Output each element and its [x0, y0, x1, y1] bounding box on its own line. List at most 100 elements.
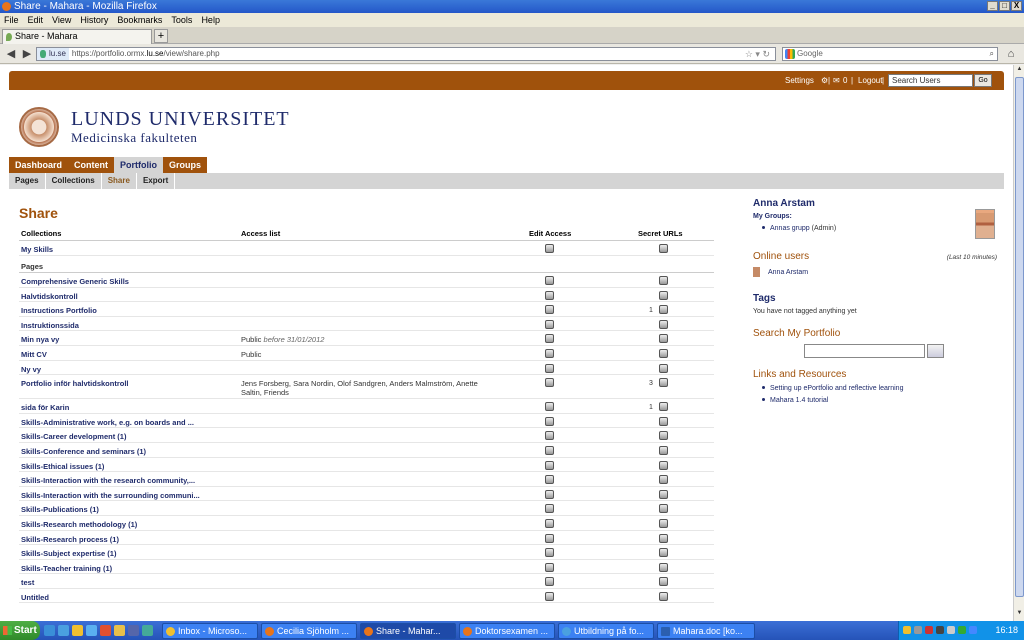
quicklaunch-app-icon[interactable] [114, 625, 125, 636]
secret-urls-icon[interactable] [659, 378, 668, 388]
edit-access-icon[interactable] [545, 402, 554, 412]
edit-access-icon[interactable] [545, 577, 554, 587]
portfolio-search-input[interactable] [804, 344, 925, 358]
quicklaunch-word-icon[interactable] [86, 625, 97, 636]
site-identity-badge[interactable]: lu.se [37, 48, 69, 60]
secret-urls-icon[interactable] [659, 334, 668, 344]
secret-urls-icon[interactable] [659, 431, 668, 441]
menu-help[interactable]: Help [201, 13, 220, 27]
menu-history[interactable]: History [80, 13, 108, 27]
tray-icon[interactable] [936, 626, 944, 634]
edit-access-icon[interactable] [545, 460, 554, 470]
portfolio-search-button[interactable] [927, 344, 944, 358]
scroll-down-icon[interactable]: ▼ [1015, 610, 1024, 620]
page-name-link[interactable]: Halvtidskontroll [21, 292, 236, 301]
settings-link[interactable]: Settings [785, 76, 814, 85]
secret-urls-icon[interactable] [659, 319, 668, 329]
edit-access-icon[interactable] [545, 445, 554, 455]
bookmark-star-icon[interactable]: ☆ ▾ ↻ [745, 48, 770, 60]
page-name-link[interactable]: Mitt CV [21, 350, 236, 359]
edit-access-icon[interactable] [545, 475, 554, 485]
tab-share-mahara[interactable]: Share - Mahara [2, 29, 152, 44]
tray-icon[interactable] [947, 626, 955, 634]
menu-bookmarks[interactable]: Bookmarks [117, 13, 162, 27]
page-name-link[interactable]: Comprehensive Generic Skills [21, 277, 236, 286]
quicklaunch-app-icon[interactable] [100, 625, 111, 636]
search-icon[interactable]: ⌕ [990, 48, 994, 60]
subtab-pages[interactable]: Pages [9, 173, 46, 189]
url-bar[interactable]: lu.se https://portfolio.ormx.lu.se/view/s… [36, 47, 776, 61]
edit-access-icon[interactable] [545, 334, 554, 344]
secret-urls-icon[interactable] [659, 305, 668, 315]
start-button[interactable]: Start [0, 621, 40, 640]
edit-access-icon[interactable] [545, 276, 554, 285]
secret-urls-icon[interactable] [659, 489, 668, 499]
page-name-link[interactable]: Skills-Interaction with the surrounding … [21, 491, 236, 500]
profile-avatar[interactable] [975, 209, 995, 239]
edit-access-icon[interactable] [545, 363, 554, 373]
tray-icon[interactable] [958, 626, 966, 634]
subtab-collections[interactable]: Collections [46, 173, 102, 189]
page-name-link[interactable]: Instructions Portfolio [21, 306, 236, 315]
vertical-scrollbar[interactable]: ▲ ▼ [1013, 65, 1024, 621]
secret-urls-icon[interactable] [659, 445, 668, 455]
subtab-share[interactable]: Share [102, 173, 137, 189]
maximize-button[interactable]: □ [999, 1, 1010, 11]
edit-access-icon[interactable] [545, 562, 554, 572]
edit-access-icon[interactable] [545, 489, 554, 499]
edit-access-icon[interactable] [545, 431, 554, 441]
page-name-link[interactable]: Skills-Publications (1) [21, 505, 236, 514]
secret-urls-icon[interactable] [659, 276, 668, 285]
page-name-link[interactable]: Skills-Subject expertise (1) [21, 549, 236, 558]
page-name-link[interactable]: Untitled [21, 593, 236, 602]
secret-urls-icon[interactable] [659, 533, 668, 543]
go-button[interactable]: Go [974, 74, 992, 87]
online-user-item[interactable]: Anna Arstam [753, 267, 808, 277]
tab-portfolio[interactable]: Portfolio [114, 157, 164, 173]
bluetooth-icon[interactable] [969, 626, 977, 634]
edit-access-icon[interactable] [545, 548, 554, 558]
page-name-link[interactable]: Skills-Career development (1) [21, 432, 236, 441]
page-name-link[interactable]: Skills-Administrative work, e.g. on boar… [21, 418, 236, 427]
edit-access-icon[interactable] [545, 504, 554, 514]
page-name-link[interactable]: Skills-Research process (1) [21, 535, 236, 544]
group-link[interactable]: Annas grupp [770, 225, 810, 232]
edit-access-icon[interactable] [545, 518, 554, 528]
page-name-link[interactable]: My Skills [21, 245, 236, 254]
quicklaunch-desktop-icon[interactable] [44, 625, 55, 636]
edit-access-icon[interactable] [545, 348, 554, 358]
secret-urls-icon[interactable] [659, 548, 668, 558]
edit-access-icon[interactable] [545, 378, 554, 388]
secret-urls-icon[interactable] [659, 475, 668, 485]
secret-urls-icon[interactable] [659, 348, 668, 358]
edit-access-icon[interactable] [545, 319, 554, 329]
edit-access-icon[interactable] [545, 244, 554, 253]
tray-icon[interactable] [925, 626, 933, 634]
taskbar-item-doktorsexamen[interactable]: Doktorsexamen ... [459, 623, 555, 639]
messages-count[interactable]: 0 [843, 76, 847, 85]
secret-urls-icon[interactable] [659, 504, 668, 514]
resource-link[interactable]: Mahara 1.4 tutorial [770, 397, 828, 404]
page-name-link[interactable]: Skills-Teacher training (1) [21, 564, 236, 573]
search-users-input[interactable]: Search Users [888, 74, 973, 87]
page-name-link[interactable]: Ny vy [21, 365, 236, 374]
page-name-link[interactable]: Skills-Interaction with the research com… [21, 476, 236, 485]
minimize-button[interactable]: _ [987, 1, 998, 11]
edit-access-icon[interactable] [545, 533, 554, 543]
taskbar-item-share-mahara[interactable]: Share - Mahar... [360, 623, 456, 639]
quicklaunch-ie-icon[interactable] [58, 625, 69, 636]
tab-dashboard[interactable]: Dashboard [9, 157, 69, 173]
menu-file[interactable]: File [4, 13, 19, 27]
resource-link[interactable]: Setting up ePortfolio and reflective lea… [770, 385, 903, 392]
subtab-export[interactable]: Export [137, 173, 176, 189]
logout-link[interactable]: Logout [858, 76, 882, 85]
quicklaunch-app-icon[interactable] [142, 625, 153, 636]
tab-content[interactable]: Content [68, 157, 115, 173]
taskbar-item-inbox[interactable]: Inbox - Microso... [162, 623, 258, 639]
back-icon[interactable]: ◀ [4, 47, 18, 61]
secret-urls-icon[interactable] [659, 402, 668, 412]
quicklaunch-app-icon[interactable] [128, 625, 139, 636]
taskbar-item-firefox[interactable]: Cecilia Sjöholm ... [261, 623, 357, 639]
secret-urls-icon[interactable] [659, 460, 668, 470]
edit-access-icon[interactable] [545, 416, 554, 426]
